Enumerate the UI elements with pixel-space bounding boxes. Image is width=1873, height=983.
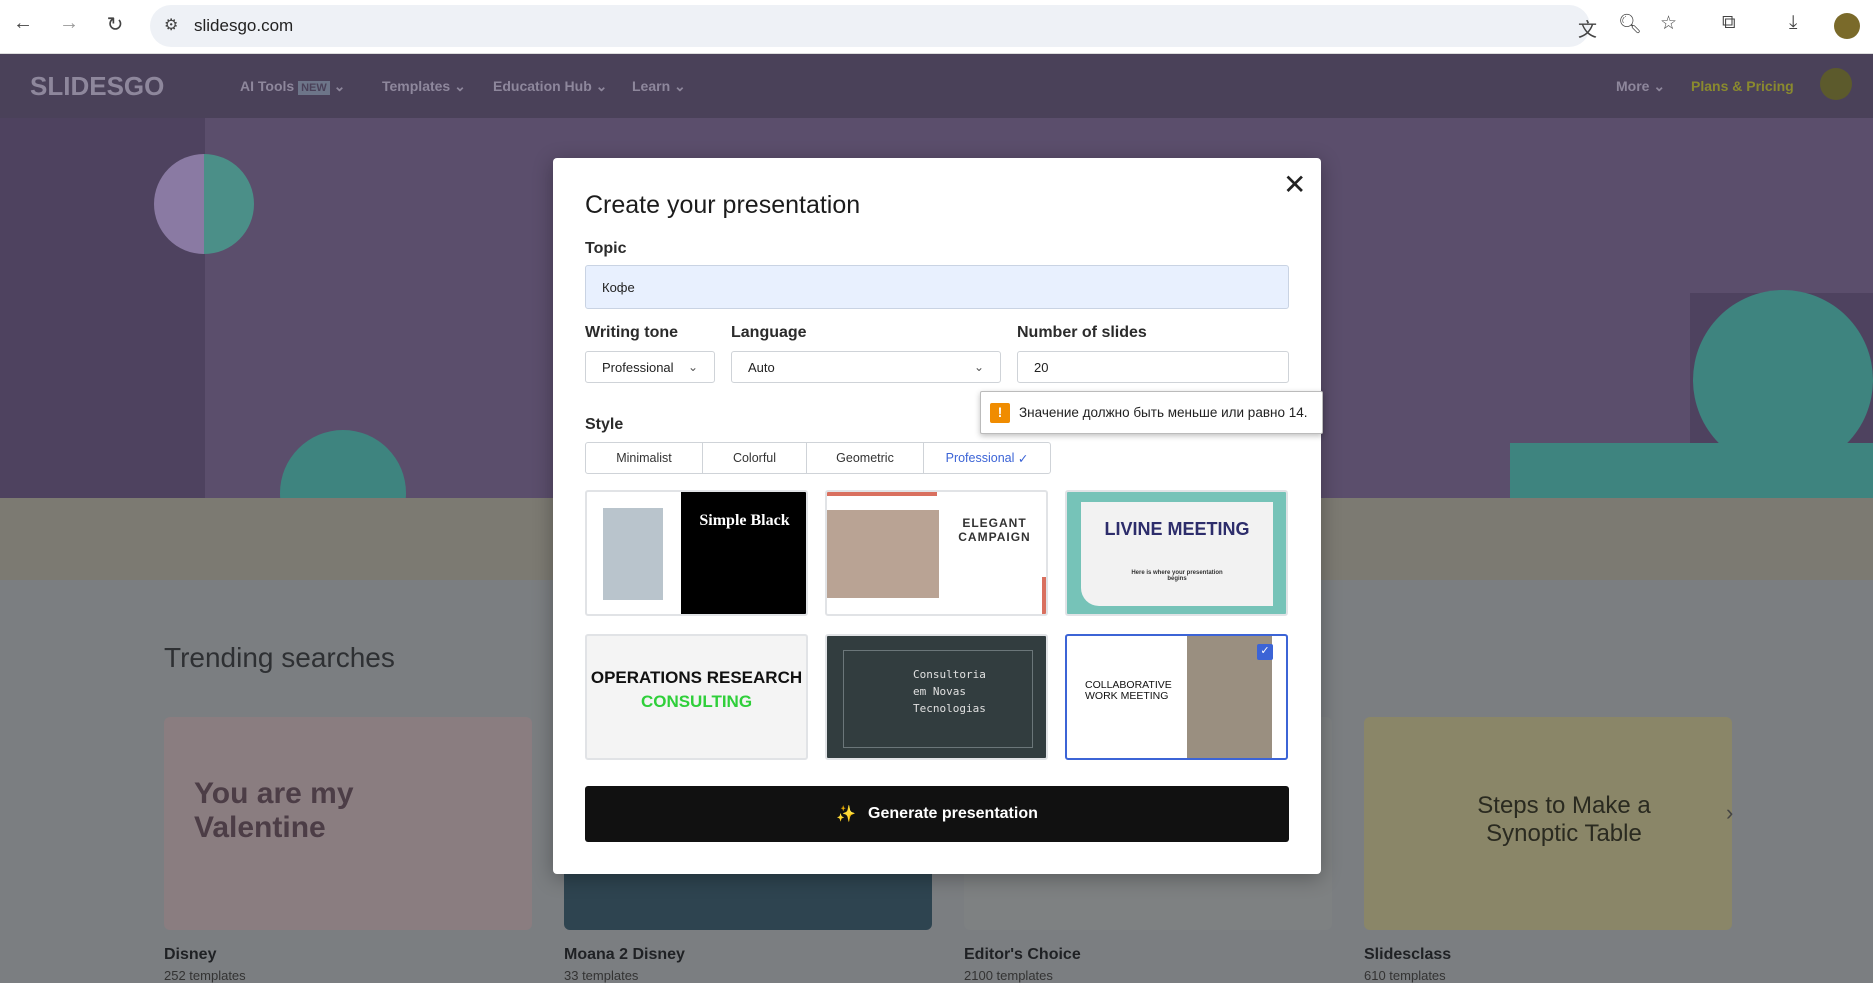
- site-info-icon[interactable]: ⚙: [164, 15, 178, 35]
- card-title[interactable]: Disney: [164, 946, 216, 964]
- close-icon[interactable]: ✕: [1283, 168, 1306, 201]
- url-text[interactable]: slidesgo.com: [194, 16, 293, 36]
- style-minimalist[interactable]: Minimalist: [586, 443, 703, 473]
- style-label-text: Professional: [945, 451, 1015, 465]
- template-name: LIVINE MEETING: [1104, 519, 1250, 539]
- nav-ai-tools[interactable]: AI Tools NEW ⌄: [240, 78, 345, 95]
- validation-tooltip: ! Значение должно быть меньше или равно 1…: [980, 391, 1323, 434]
- card-title[interactable]: Moana 2 Disney: [564, 946, 685, 964]
- translate-icon[interactable]: 文: [1578, 15, 1597, 42]
- language-label: Language: [731, 324, 807, 341]
- template-name: Simple Black: [699, 512, 790, 529]
- bookmark-star-icon[interactable]: ☆: [1660, 12, 1677, 35]
- nav-education-hub[interactable]: Education Hub ⌄: [493, 78, 607, 95]
- topic-value: Кофе: [602, 279, 635, 295]
- tone-value: Professional: [602, 359, 674, 375]
- template-subtitle: Here is where your presentation begins: [1131, 570, 1223, 582]
- selected-check-icon: ✓: [1257, 644, 1273, 660]
- template-simple-black[interactable]: Simple Black: [585, 490, 808, 616]
- back-icon[interactable]: ←: [8, 12, 38, 35]
- style-selector: Minimalist Colorful Geometric Profession…: [585, 442, 1051, 474]
- style-colorful[interactable]: Colorful: [703, 443, 807, 473]
- forward-icon[interactable]: →: [54, 12, 84, 35]
- reload-icon[interactable]: ↻: [100, 12, 130, 37]
- nav-label: More: [1616, 78, 1650, 94]
- nav-more[interactable]: More ⌄: [1616, 78, 1665, 95]
- create-presentation-dialog: Create your presentation ✕ Topic Кофе Wr…: [553, 158, 1323, 874]
- card-title[interactable]: Editor's Choice: [964, 946, 1081, 964]
- writing-tone-select[interactable]: Professional ⌄: [585, 351, 715, 383]
- chevron-down-icon: ⌄: [973, 360, 984, 374]
- photo-thumbnail: [827, 510, 939, 598]
- site-nav: SLIDESGO AI Tools NEW ⌄ Templates ⌄ Educ…: [0, 54, 1873, 118]
- validation-message: Значение должно быть меньше или равно 14…: [1019, 405, 1308, 420]
- language-select[interactable]: Auto ⌄: [731, 351, 1001, 383]
- thumb-text: You are my Valentine: [194, 777, 354, 844]
- template-operations-research[interactable]: OPERATIONS RESEARCH CONSULTING: [585, 634, 808, 760]
- accent-bar: [827, 492, 937, 496]
- hero-shape: [280, 430, 406, 498]
- extensions-icon[interactable]: ⧉: [1722, 12, 1736, 34]
- browser-toolbar: ← → ↻ ⚙ slidesgo.com 文 🔍︎ ☆ ⧉ ⤓: [0, 0, 1873, 54]
- topic-label: Topic: [585, 240, 627, 257]
- accent-bar: [1042, 577, 1046, 614]
- magic-wand-icon: ✨: [836, 806, 857, 823]
- user-avatar[interactable]: [1820, 68, 1852, 100]
- template-card-slidesclass[interactable]: Steps to Make a Synoptic Table: [1364, 717, 1732, 930]
- nav-plans-pricing[interactable]: Plans & Pricing: [1691, 78, 1794, 94]
- template-consultoria[interactable]: Consultoria em Novas Tecnologias: [825, 634, 1048, 760]
- chevron-down-icon: ⌄: [687, 360, 698, 374]
- check-icon: ✓: [1017, 451, 1029, 466]
- slides-value: 20: [1034, 359, 1049, 375]
- template-livine-meeting[interactable]: LIVINE MEETING Here is where your presen…: [1065, 490, 1288, 616]
- profile-avatar[interactable]: [1834, 13, 1860, 39]
- address-bar[interactable]: ⚙ slidesgo.com 文: [150, 5, 1597, 47]
- nav-learn[interactable]: Learn ⌄: [632, 78, 686, 95]
- warning-icon: !: [990, 402, 1010, 423]
- slides-count-input[interactable]: 20: [1017, 351, 1289, 383]
- download-icon[interactable]: ⤓: [1789, 12, 1797, 34]
- logo[interactable]: SLIDESGO: [30, 71, 164, 102]
- hero-shape: [154, 154, 254, 254]
- template-name-2: CONSULTING: [640, 692, 753, 711]
- nav-label: Education Hub: [493, 78, 592, 94]
- nav-label: Learn: [632, 78, 671, 94]
- nav-label: Templates: [382, 78, 451, 94]
- style-geometric[interactable]: Geometric: [807, 443, 924, 473]
- hero-shape: [1510, 443, 1873, 498]
- carousel-next-icon[interactable]: ›: [1726, 800, 1733, 826]
- new-badge: NEW: [298, 81, 330, 95]
- style-label: Style: [585, 416, 624, 433]
- nav-label: AI Tools: [240, 78, 295, 94]
- slides-label: Number of slides: [1017, 324, 1147, 341]
- template-name: OPERATIONS RESEARCH: [590, 668, 803, 687]
- template-elegant-campaign[interactable]: ELEGANT CAMPAIGN: [825, 490, 1048, 616]
- topic-input[interactable]: Кофе: [585, 265, 1289, 309]
- zoom-icon[interactable]: 🔍︎: [1618, 12, 1642, 36]
- language-value: Auto: [748, 359, 775, 375]
- nav-templates[interactable]: Templates ⌄: [382, 78, 466, 95]
- template-card-disney[interactable]: You are my Valentine: [164, 717, 532, 930]
- generate-presentation-button[interactable]: ✨ Generate presentation: [585, 786, 1289, 842]
- template-collaborative-work-meeting[interactable]: COLLABORATIVE WORK MEETING ✓: [1065, 634, 1288, 760]
- thumb-text: Steps to Make a Synoptic Table: [1477, 792, 1651, 847]
- dialog-title: Create your presentation: [585, 191, 861, 219]
- trending-title: Trending searches: [164, 642, 395, 673]
- template-name: COLLABORATIVE WORK MEETING: [1085, 679, 1172, 702]
- template-name: ELEGANT CAMPAIGN: [958, 516, 1031, 544]
- writing-tone-label: Writing tone: [585, 324, 679, 341]
- style-professional[interactable]: Professional ✓: [924, 443, 1050, 473]
- thumb-bg: [681, 492, 806, 614]
- card-title[interactable]: Slidesclass: [1364, 946, 1451, 964]
- photo-thumbnail: [603, 508, 663, 600]
- template-name: Consultoria em Novas Tecnologias: [913, 668, 986, 715]
- generate-label: Generate presentation: [868, 805, 1038, 822]
